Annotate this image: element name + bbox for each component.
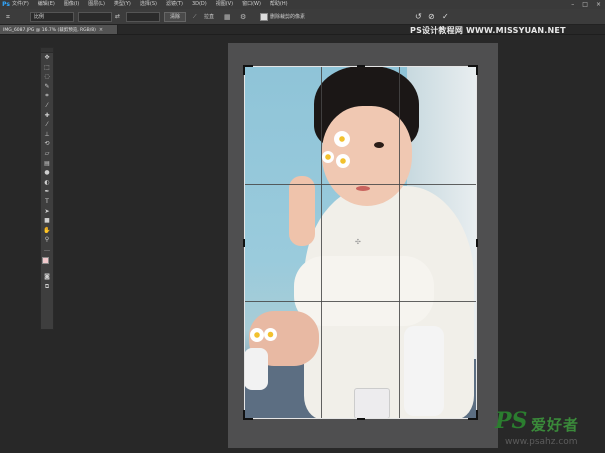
- watermark-url: www.psahz.com: [505, 437, 578, 447]
- move-icon[interactable]: ✥: [41, 53, 53, 63]
- menu-bar: Ps 文件(F) 编辑(E) 图像(I) 图层(L) 类型(Y) 选择(S) 滤…: [0, 0, 605, 9]
- close-window-button[interactable]: ×: [596, 0, 601, 9]
- crop-icon[interactable]: ⌗: [41, 91, 53, 101]
- screen-mode-icon[interactable]: ⧉: [41, 282, 53, 292]
- grid-overlay-icon[interactable]: ▦: [224, 12, 234, 22]
- minimize-button[interactable]: –: [571, 0, 574, 9]
- extra-icon[interactable]: …: [41, 245, 53, 255]
- crop-handle-top[interactable]: [357, 65, 365, 67]
- gradient-icon[interactable]: ▤: [41, 159, 53, 169]
- delete-cropped-checkbox[interactable]: [260, 13, 268, 21]
- brush-icon[interactable]: ⁄: [41, 120, 53, 130]
- options-bar: ⌗ 比例 ⇄ 清除 ⟋ 拉直 ▦ ⚙ 删除裁剪的像素 ↺ ⊘ ✓: [0, 9, 605, 25]
- blur-icon[interactable]: ●: [41, 168, 53, 178]
- menu-filter[interactable]: 滤镜(T): [166, 0, 183, 9]
- width-ratio-input[interactable]: [78, 12, 112, 22]
- clear-button[interactable]: 清除: [164, 12, 186, 22]
- type-icon[interactable]: T: [41, 197, 53, 207]
- color-swatches: [41, 256, 53, 270]
- eraser-icon[interactable]: ▱: [41, 149, 53, 159]
- delete-cropped-label: 删除裁剪的像素: [270, 14, 306, 20]
- commit-crop-icon[interactable]: ✓: [442, 12, 452, 22]
- crop-handle-bottom[interactable]: [357, 418, 365, 420]
- tool-list: ✥ ⬚ ◌ ✎ ⌗ ⁄ ✚ ⁄ ⊥ ⟲ ▱ ▤ ● ◐ ✒ T ➤ ■ ✋ ⚲…: [41, 53, 53, 254]
- menu-view[interactable]: 视图(V): [216, 0, 233, 9]
- crop-grid-line: [245, 184, 476, 185]
- quick-mask-icon[interactable]: ◙: [41, 272, 53, 282]
- watermark-cn: 爱好者: [531, 416, 580, 434]
- close-tab-icon[interactable]: ×: [99, 27, 103, 33]
- menu-select[interactable]: 选择(S): [140, 0, 157, 9]
- crop-handle-top-left[interactable]: [243, 65, 245, 75]
- marquee-icon[interactable]: ⬚: [41, 63, 53, 73]
- crop-center-marker: ✣: [355, 238, 361, 246]
- straighten-label: 拉直: [204, 14, 215, 20]
- menu-type[interactable]: 类型(Y): [114, 0, 131, 9]
- clone-stamp-icon[interactable]: ⊥: [41, 130, 53, 140]
- cancel-crop-icon[interactable]: ⊘: [428, 12, 438, 22]
- foreground-color-swatch[interactable]: [42, 257, 49, 265]
- height-ratio-input[interactable]: [126, 12, 160, 22]
- swap-icon[interactable]: ⇄: [115, 12, 123, 22]
- zoom-icon[interactable]: ⚲: [41, 235, 53, 245]
- crop-grid-line: [245, 301, 476, 302]
- menu-layer[interactable]: 图层(L): [88, 0, 105, 9]
- pen-icon[interactable]: ✒: [41, 187, 53, 197]
- healing-brush-icon[interactable]: ✚: [41, 111, 53, 121]
- dodge-icon[interactable]: ◐: [41, 178, 53, 188]
- reset-icon[interactable]: ↺: [415, 12, 425, 22]
- menu-window[interactable]: 窗口(W): [242, 0, 261, 9]
- crop-handle-right[interactable]: [476, 239, 478, 247]
- crop-handle-left[interactable]: [243, 239, 245, 247]
- straighten-icon[interactable]: ⟋: [193, 12, 201, 22]
- crop-tool-preset-icon[interactable]: ⌗: [6, 12, 22, 22]
- quick-select-icon[interactable]: ✎: [41, 82, 53, 92]
- toolbox: ✥ ⬚ ◌ ✎ ⌗ ⁄ ✚ ⁄ ⊥ ⟲ ▱ ▤ ● ◐ ✒ T ➤ ■ ✋ ⚲… ◙ ⧉: [40, 47, 54, 330]
- crop-handle-bottom-right[interactable]: [476, 410, 478, 420]
- lasso-icon[interactable]: ◌: [41, 72, 53, 82]
- eyedropper-icon[interactable]: ⁄: [41, 101, 53, 111]
- shape-icon[interactable]: ■: [41, 216, 53, 226]
- menu-file[interactable]: 文件(F): [12, 0, 29, 9]
- menu-image[interactable]: 图像(I): [64, 0, 79, 9]
- menu-3d[interactable]: 3D(D): [192, 0, 207, 9]
- ratio-select[interactable]: 比例: [30, 12, 74, 22]
- menu-edit[interactable]: 编辑(E): [38, 0, 55, 9]
- crop-handle-top-right[interactable]: [476, 65, 478, 75]
- app-logo: Ps: [2, 1, 10, 8]
- document-tab-title: IMG_6087.JPG @ 16.7% (裁剪预览, RGB/8): [3, 27, 96, 33]
- watermark-ps: PS: [495, 408, 528, 434]
- document-tab[interactable]: IMG_6087.JPG @ 16.7% (裁剪预览, RGB/8) ×: [0, 25, 118, 34]
- watermark-bottom: PS 爱好者 www.psahz.com: [495, 408, 601, 450]
- history-brush-icon[interactable]: ⟲: [41, 139, 53, 149]
- watermark-top: PS设计教程网 WWW.MISSYUAN.NET: [410, 26, 566, 35]
- path-select-icon[interactable]: ➤: [41, 207, 53, 217]
- menu-help[interactable]: 帮助(H): [270, 0, 288, 9]
- maximize-button[interactable]: □: [582, 0, 588, 9]
- crop-grid-line: [399, 67, 400, 418]
- crop-grid-line: [321, 67, 322, 418]
- gear-icon[interactable]: ⚙: [240, 12, 250, 22]
- crop-handle-bottom-left[interactable]: [243, 410, 245, 420]
- hand-icon[interactable]: ✋: [41, 226, 53, 236]
